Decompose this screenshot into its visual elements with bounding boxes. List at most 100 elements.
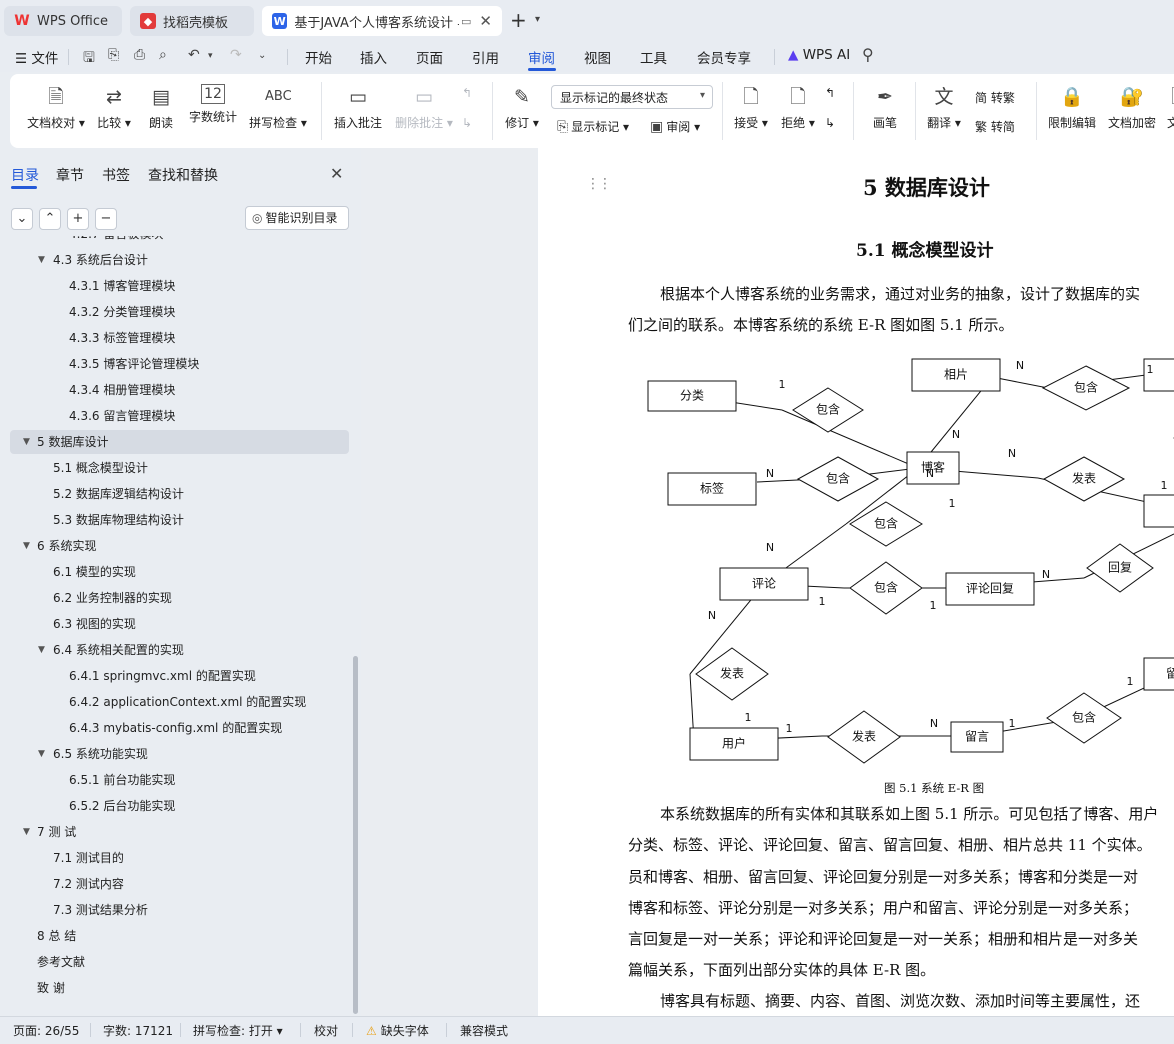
toc-item[interactable]: 6.3 视图的实现 bbox=[0, 612, 340, 636]
toc-item[interactable]: 4.3.1 博客管理模块 bbox=[0, 274, 340, 298]
menu-start[interactable]: 开始 bbox=[305, 47, 332, 67]
toc-item[interactable]: 7.2 测试内容 bbox=[0, 872, 340, 896]
insert-comment-button[interactable]: ▭ 插入批注 bbox=[332, 84, 384, 131]
pen-button[interactable]: ✒ 画笔 bbox=[866, 84, 904, 131]
collapse-toggle-icon[interactable]: ▼ bbox=[38, 638, 45, 662]
tab-chapters[interactable]: 章节 bbox=[56, 165, 84, 185]
collapse-down-icon[interactable]: ⌄ bbox=[11, 208, 33, 230]
new-tab-plus-icon[interactable]: + bbox=[510, 8, 527, 32]
drag-handle-icon[interactable]: ⋮⋮ bbox=[586, 176, 612, 192]
accept-button[interactable]: 🗋 接受 ▾ bbox=[732, 84, 770, 131]
toc-item[interactable]: 4.3.3 标签管理模块 bbox=[0, 326, 340, 350]
toc-item[interactable]: 8 总 结 bbox=[0, 924, 340, 948]
to-traditional-button[interactable]: 简 转繁 bbox=[975, 89, 1015, 106]
toc-item[interactable]: 5.3 数据库物理结构设计 bbox=[0, 508, 340, 532]
translate-button[interactable]: 文 翻译 ▾ bbox=[924, 84, 964, 131]
menu-view[interactable]: 视图 bbox=[584, 47, 611, 67]
tab-template[interactable]: ◆ 找稻壳模板 bbox=[130, 6, 254, 36]
spell-check-button[interactable]: ABC 拼写检查 ▾ bbox=[248, 84, 308, 131]
undo-dropdown-icon[interactable]: ▾ bbox=[208, 51, 213, 61]
menu-review[interactable]: 审阅 bbox=[528, 47, 555, 67]
show-markup-button[interactable]: ⎘ 显示标记 ▾ bbox=[557, 118, 629, 135]
menu-insert[interactable]: 插入 bbox=[360, 47, 387, 67]
close-tab-icon[interactable]: ✕ bbox=[479, 12, 492, 30]
toc-item[interactable]: 7.1 测试目的 bbox=[0, 846, 340, 870]
document-page[interactable]: ⋮⋮ 5 数据库设计 5.1 概念模型设计 根据本个人博客系统的业务需求，通过对… bbox=[538, 148, 1174, 1016]
collapse-toggle-icon[interactable]: ▼ bbox=[23, 430, 30, 454]
toc-item[interactable]: ▼ 6.5 系统功能实现 bbox=[0, 742, 340, 766]
word-count-button[interactable]: 12 字数统计 bbox=[188, 84, 238, 125]
file-menu[interactable]: ☰ 文件 bbox=[15, 47, 58, 67]
menu-tools[interactable]: 工具 bbox=[640, 47, 667, 67]
toc-item[interactable]: 参考文献 bbox=[0, 950, 340, 974]
collapse-toggle-icon[interactable]: ▼ bbox=[38, 742, 45, 766]
restrict-edit-button[interactable]: 🔒 限制编辑 bbox=[1046, 84, 1098, 131]
toc-item[interactable]: 6.5.1 前台功能实现 bbox=[0, 768, 340, 792]
markup-display-select[interactable]: 显示标记的最终状态 ▾ bbox=[551, 85, 713, 109]
next-revision-icon[interactable]: ↳ bbox=[825, 116, 835, 130]
toc-item[interactable]: 5.2 数据库逻辑结构设计 bbox=[0, 482, 340, 506]
share-icon[interactable]: ⎘ bbox=[108, 47, 119, 63]
wps-ai-button[interactable]: ▲ WPS AI bbox=[788, 47, 850, 63]
menu-page[interactable]: 页面 bbox=[416, 47, 443, 67]
compare-button[interactable]: ⇄ 比较 ▾ bbox=[96, 84, 132, 131]
toc-item[interactable]: 4.3.5 博客评论管理模块 bbox=[0, 352, 340, 376]
toc-item[interactable]: ▼ 6 系统实现 bbox=[0, 534, 340, 558]
chevron-down-icon[interactable]: ▾ bbox=[535, 14, 540, 25]
quick-access-chevron-icon[interactable]: ⌄ bbox=[258, 50, 266, 61]
close-icon[interactable]: ✕ bbox=[330, 164, 343, 183]
toc-item[interactable]: ▼ 5 数据库设计 bbox=[10, 430, 349, 454]
missing-font-status[interactable]: ⚠ 缺失字体 bbox=[366, 1022, 429, 1039]
proof-status[interactable]: 校对 bbox=[314, 1022, 338, 1039]
tab-document[interactable]: W 基于JAVA个人博客系统设计 与 ▭ ✕ bbox=[262, 6, 502, 36]
toc-item[interactable]: 6.4.1 springmvc.xml 的配置实现 bbox=[0, 664, 340, 688]
tab-bookmarks[interactable]: 书签 bbox=[102, 165, 130, 185]
review-pane-button[interactable]: ▣ 审阅 ▾ bbox=[650, 118, 700, 135]
read-aloud-button[interactable]: ▤ 朗读 bbox=[144, 84, 178, 131]
word-count-status[interactable]: 字数: 17121 bbox=[103, 1022, 173, 1039]
toc-item[interactable]: 6.2 业务控制器的实现 bbox=[0, 586, 340, 610]
toc-item[interactable]: 7.3 测试结果分析 bbox=[0, 898, 340, 922]
save-icon[interactable]: 🖫 bbox=[83, 47, 95, 71]
collapse-toggle-icon[interactable]: ▼ bbox=[38, 248, 45, 272]
to-simplified-button[interactable]: 繁 转简 bbox=[975, 118, 1015, 135]
spell-check-status[interactable]: 拼写检查: 打开 ▾ bbox=[193, 1022, 283, 1039]
toc-item[interactable]: 致 谢 bbox=[0, 976, 340, 1000]
page-indicator[interactable]: 页面: 26/55 bbox=[13, 1022, 79, 1039]
encrypt-button[interactable]: 🔐 文档加密 bbox=[1106, 84, 1158, 131]
toc-item[interactable]: 6.4.3 mybatis-config.xml 的配置实现 bbox=[0, 716, 340, 740]
undo-icon[interactable]: ↶ bbox=[188, 47, 200, 63]
toc-item[interactable]: 4.3.6 留言管理模块 bbox=[0, 404, 340, 428]
toc-item[interactable]: ▼ 7 测 试 bbox=[0, 820, 340, 844]
smart-toc-button[interactable]: ◎ 智能识别目录 bbox=[245, 206, 349, 230]
toc-item[interactable]: ▼ 6.4 系统相关配置的实现 bbox=[0, 638, 340, 662]
toc-item[interactable]: 4.3.2 分类管理模块 bbox=[0, 300, 340, 324]
toc-item[interactable]: 4.2.7 留言板模块 bbox=[0, 236, 340, 246]
menu-reference[interactable]: 引用 bbox=[472, 47, 499, 67]
toc-item[interactable]: 5.1 概念模型设计 bbox=[0, 456, 340, 480]
toc-item[interactable]: 6.4.2 applicationContext.xml 的配置实现 bbox=[0, 690, 340, 714]
toc-item[interactable]: 6.5.2 后台功能实现 bbox=[0, 794, 340, 818]
tab-toc[interactable]: 目录 bbox=[11, 165, 39, 185]
toc-item[interactable]: 6.1 模型的实现 bbox=[0, 560, 340, 584]
remove-heading-icon[interactable]: − bbox=[95, 208, 117, 230]
prev-revision-icon[interactable]: ↰ bbox=[825, 86, 835, 100]
reject-button[interactable]: 🗋 拒绝 ▾ bbox=[779, 84, 817, 131]
tab-find-replace[interactable]: 查找和替换 bbox=[148, 165, 218, 185]
print-preview-icon[interactable]: ⌕ bbox=[159, 47, 167, 63]
more-ribbon-button[interactable]: 🗋 文 bbox=[1166, 84, 1174, 131]
expand-up-icon[interactable]: ⌃ bbox=[39, 208, 61, 230]
print-icon[interactable]: ⎙ bbox=[134, 47, 145, 63]
toc-item[interactable]: 4.3.4 相册管理模块 bbox=[0, 378, 340, 402]
collapse-toggle-icon[interactable]: ▼ bbox=[23, 534, 30, 558]
search-icon[interactable]: ⚲ bbox=[862, 45, 874, 64]
toc-item[interactable]: ▼ 4.3 系统后台设计 bbox=[0, 248, 340, 272]
add-heading-icon[interactable]: + bbox=[67, 208, 89, 230]
proofread-button[interactable]: 🗎 文档校对 ▾ bbox=[26, 84, 86, 131]
divider bbox=[774, 49, 775, 65]
collapse-toggle-icon[interactable]: ▼ bbox=[23, 820, 30, 844]
menu-member[interactable]: 会员专享 bbox=[697, 47, 751, 67]
revise-button[interactable]: ✎ 修订 ▾ bbox=[502, 84, 542, 131]
toc-scrollbar[interactable] bbox=[353, 656, 358, 1014]
tab-wps-office[interactable]: W WPS Office bbox=[4, 6, 122, 36]
